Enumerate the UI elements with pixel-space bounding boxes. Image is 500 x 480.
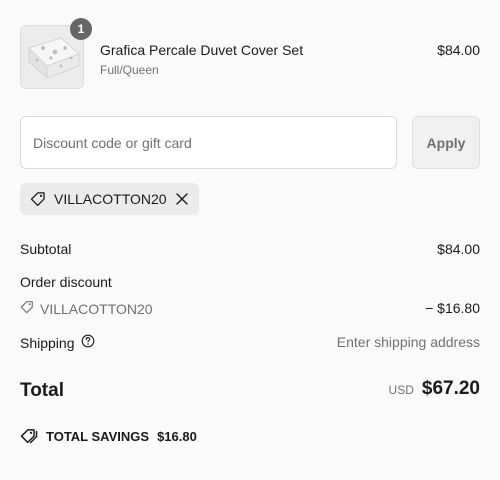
apply-button[interactable]: Apply bbox=[412, 116, 480, 169]
total-savings-row: TOTAL SAVINGS $16.80 bbox=[20, 428, 197, 444]
product-title: Grafica Percale Duvet Cover Set bbox=[100, 42, 304, 58]
discount-amount: − $16.80 bbox=[425, 300, 480, 316]
discount-code-input[interactable] bbox=[20, 116, 397, 169]
total-label: Total bbox=[20, 380, 64, 401]
applied-discount-code: VILLACOTTON20 bbox=[54, 191, 167, 207]
product-price: $84.00 bbox=[437, 42, 480, 58]
savings-value: $16.80 bbox=[157, 428, 197, 444]
help-icon[interactable] bbox=[81, 334, 95, 351]
shipping-value: Enter shipping address bbox=[336, 334, 480, 350]
discount-form: Apply bbox=[20, 116, 480, 169]
quantity-badge: 1 bbox=[70, 18, 92, 40]
currency-code: USD bbox=[388, 383, 414, 397]
applied-discount-tag: VILLACOTTON20 bbox=[20, 183, 199, 215]
subtotal-row: Subtotal $84.00 bbox=[20, 241, 480, 257]
subtotal-value: $84.00 bbox=[437, 241, 480, 257]
close-icon[interactable] bbox=[175, 192, 189, 206]
total-amount: $67.20 bbox=[421, 378, 480, 399]
cart-line-item: 1 Grafica Percale Duvet Cover Set Full/Q… bbox=[20, 18, 480, 91]
shipping-label: Shipping bbox=[20, 334, 75, 351]
savings-label: TOTAL SAVINGS bbox=[46, 428, 150, 444]
order-discount-label: Order discount bbox=[20, 274, 112, 290]
product-variant: Full/Queen bbox=[100, 63, 159, 77]
tag-icon bbox=[20, 300, 34, 317]
subtotal-label: Subtotal bbox=[20, 241, 72, 257]
savings-tag-icon bbox=[20, 428, 38, 444]
shipping-row: Shipping Enter shipping address bbox=[20, 334, 480, 351]
discount-code-text: VILLACOTTON20 bbox=[40, 300, 153, 317]
tag-icon bbox=[30, 191, 46, 207]
total-row: Total USD $67.20 bbox=[20, 378, 480, 404]
discount-code-row: VILLACOTTON20 − $16.80 bbox=[20, 300, 480, 317]
